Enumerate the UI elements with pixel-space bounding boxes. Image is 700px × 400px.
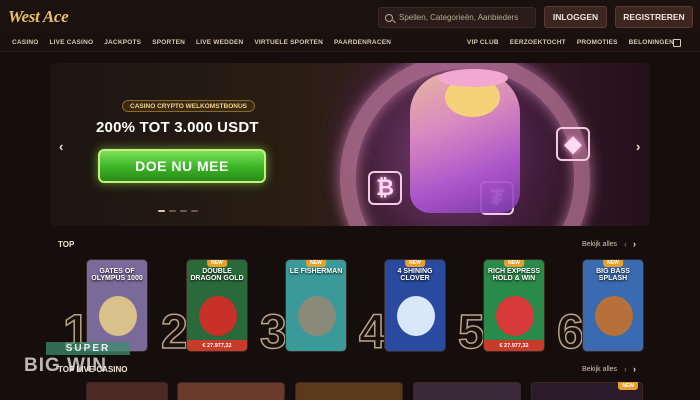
cowboy-hat-icon [438,69,508,87]
login-button[interactable]: INLOGGEN [544,6,607,28]
game-title: 4 SHINING CLOVER [397,268,433,283]
watermark-bottom: BIG WIN [24,355,107,376]
logo-text: West Ace [8,7,69,26]
game-card[interactable]: NEW DOUBLE DRAGON GOLD € 27.977,32 [186,259,248,352]
nav-item-beloningen[interactable]: BELONINGEN [629,39,674,46]
chevron-right-icon[interactable]: › [633,364,636,374]
nav-item-live-wedden[interactable]: LIVE WEDDEN [196,39,243,46]
bitcoin-icon: ₿ [368,171,402,205]
hero-headline: 200% TOT 3.000 USDT [96,119,259,136]
live-game-card[interactable]: NEW [531,382,643,400]
nav-item-eerzoektocht[interactable]: EERZOEKTOCHT [510,39,566,46]
nav-item-promoties[interactable]: PROMOTIES [577,39,618,46]
chevron-left-icon[interactable]: ‹ [624,239,627,249]
game-art [496,296,534,336]
join-now-button[interactable]: DOE NU MEE [98,149,266,183]
jackpot-amount: € 27.977,32 [484,340,544,351]
diamond-icon: ◆ [556,127,590,161]
nav-item-paardenracen[interactable]: PAARDENRACEN [334,39,391,46]
search-input[interactable]: Spellen, Categorieën, Aanbieders [378,7,536,28]
game-card[interactable]: GATES OF OLYMPUS 1000 [86,259,148,352]
nav-item-jackpots[interactable]: JACKPOTS [104,39,141,46]
new-badge: NEW [603,260,623,267]
new-badge: NEW [306,260,326,267]
bonus-badge: CASINO CRYPTO WELKOMSTBONUS [122,100,256,112]
game-title: RICH EXPRESS HOLD & WIN [487,268,541,283]
chevron-left-icon[interactable]: ‹ [624,364,627,374]
game-card[interactable]: NEW 4 SHINING CLOVER [384,259,446,352]
top-pager: ‹ › [624,239,636,249]
main-nav: CASINO LIVE CASINO JACKPOTS SPORTEN LIVE… [0,34,700,52]
game-title: BIG BASS SPLASH [596,268,630,283]
register-button[interactable]: REGISTREREN [615,6,693,28]
rank-number: 4 [358,306,386,359]
chevron-right-icon[interactable]: › [636,139,640,154]
carousel-dot[interactable] [191,210,198,212]
game-art [199,296,237,336]
rank-number: 3 [259,306,287,359]
top-bar: West Ace Spellen, Categorieën, Aanbieder… [0,0,700,34]
carousel-dots [158,210,202,212]
game-art [397,296,435,336]
live-game-card[interactable] [86,382,168,400]
watermark-top: SUPER [46,342,130,355]
rank-number: 6 [556,306,584,359]
hero-banner[interactable]: ₿ ₮ ◆ CASINO CRYPTO WELKOMSTBONUS 200% T… [50,63,650,226]
new-badge: NEW [405,260,425,267]
new-badge: NEW [207,260,227,267]
game-title: LE FISHERMAN [289,268,343,275]
game-card[interactable]: NEW BIG BASS SPLASH [582,259,644,352]
new-badge: NEW [504,260,524,267]
more-menu-icon[interactable] [673,38,681,47]
nav-item-live-casino[interactable]: LIVE CASINO [49,39,93,46]
nav-item-vip-club[interactable]: VIP CLUB [467,39,499,46]
chevron-left-icon[interactable]: ‹ [59,139,63,154]
carousel-dot[interactable] [180,210,187,212]
rank-number: 5 [457,306,485,359]
carousel-dot[interactable] [169,210,176,212]
live-game-card[interactable] [295,382,403,400]
game-title: GATES OF OLYMPUS 1000 [91,268,143,283]
rank-number: 2 [160,306,188,359]
nav-item-casino[interactable]: CASINO [12,39,38,46]
game-card[interactable]: NEW RICH EXPRESS HOLD & WIN € 27.977,32 [483,259,545,352]
new-badge: NEW [618,382,638,390]
live-see-all-link[interactable]: Bekijk alles [582,366,617,373]
game-art [298,296,336,336]
live-game-card[interactable] [413,382,521,400]
game-art [595,296,633,336]
game-art [99,296,137,336]
live-game-card[interactable] [177,382,285,400]
top-section-title: TOP [58,240,75,249]
nav-item-virtuele-sporten[interactable]: VIRTUELE SPORTEN [254,39,323,46]
carousel-dot[interactable] [158,210,165,212]
search-icon [385,13,393,22]
jackpot-amount: € 27.977,32 [187,340,247,351]
live-pager: ‹ › [624,364,636,374]
game-title: DOUBLE DRAGON GOLD [190,268,244,283]
game-card[interactable]: NEW LE FISHERMAN [285,259,347,352]
nav-item-sporten[interactable]: SPORTEN [152,39,185,46]
nav-right: VIP CLUB EERZOEKTOCHT PROMOTIES BELONING… [456,39,674,46]
logo[interactable]: West Ace [8,7,69,27]
top-see-all-link[interactable]: Bekijk alles [582,241,617,248]
chevron-right-icon[interactable]: › [633,239,636,249]
search-placeholder: Spellen, Categorieën, Aanbieders [399,13,519,22]
